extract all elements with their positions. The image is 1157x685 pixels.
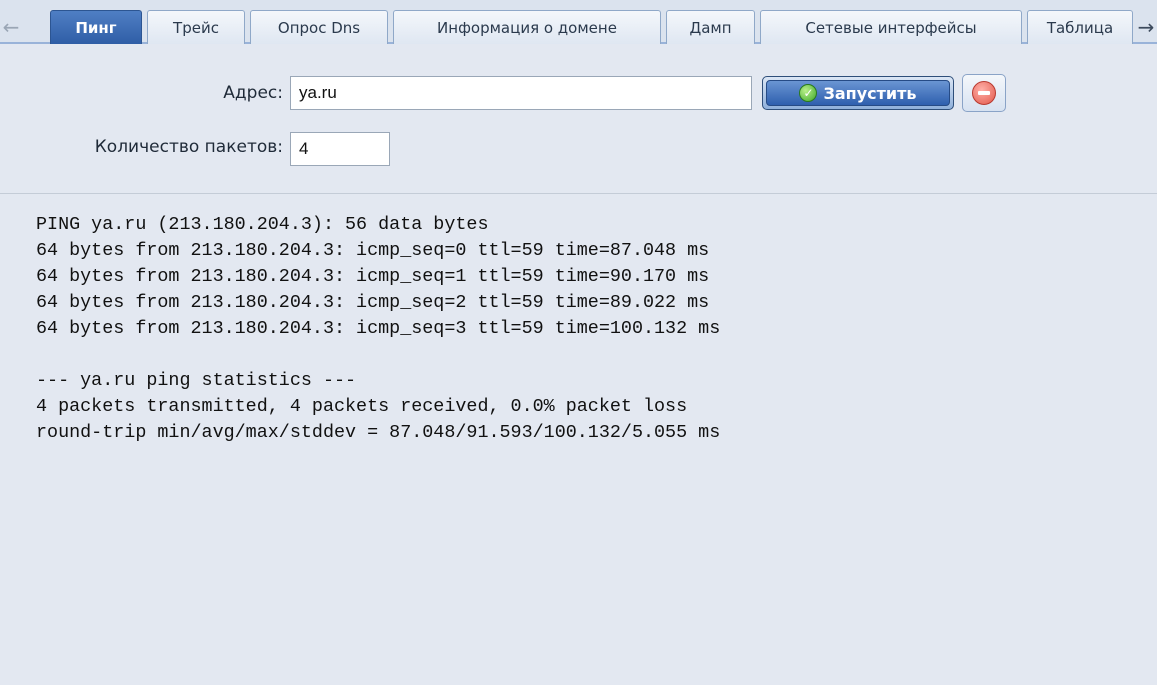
stop-button[interactable]: [962, 74, 1006, 112]
packets-label: Количество пакетов:: [94, 137, 283, 157]
tab-dns[interactable]: Опрос Dns: [250, 10, 388, 44]
tab-ping[interactable]: Пинг: [50, 10, 142, 44]
output-line: 4 packets transmitted, 4 packets receive…: [36, 396, 688, 417]
tab-network-interfaces[interactable]: Сетевые интерфейсы: [760, 10, 1022, 44]
tab-trace[interactable]: Трейс: [147, 10, 245, 44]
packets-input[interactable]: 4: [290, 132, 390, 166]
tab-dump[interactable]: Дамп: [666, 10, 755, 44]
arrow-right-icon[interactable]: →: [1135, 10, 1157, 44]
output-line: 64 bytes from 213.180.204.3: icmp_seq=1 …: [36, 266, 710, 287]
output-line: 64 bytes from 213.180.204.3: icmp_seq=2 …: [36, 292, 710, 313]
arrow-left-icon[interactable]: ←: [0, 10, 22, 44]
output-line: PING ya.ru (213.180.204.3): 56 data byte…: [36, 214, 489, 235]
run-button[interactable]: ✓ Запустить: [762, 76, 954, 110]
address-input[interactable]: ya.ru: [290, 76, 752, 110]
ping-form: Адрес: ya.ru ✓ Запустить Количество паке…: [0, 44, 1157, 194]
output-line: round-trip min/avg/max/stddev = 87.048/9…: [36, 422, 721, 443]
address-label: Адрес:: [223, 83, 283, 103]
check-circle-icon: ✓: [799, 84, 818, 102]
tab-domain-info[interactable]: Информация о домене: [393, 10, 661, 44]
output-line: --- ya.ru ping statistics ---: [36, 370, 357, 391]
output-line: 64 bytes from 213.180.204.3: icmp_seq=3 …: [36, 318, 721, 339]
tab-table[interactable]: Таблица: [1027, 10, 1133, 44]
minus-circle-icon: [972, 81, 996, 105]
tab-bar: ← Пинг Трейс Опрос Dns Информация о доме…: [0, 0, 1157, 44]
ping-output: PING ya.ru (213.180.204.3): 56 data byte…: [0, 194, 1157, 685]
output-line: 64 bytes from 213.180.204.3: icmp_seq=0 …: [36, 240, 710, 261]
run-button-label: Запустить: [823, 83, 917, 103]
